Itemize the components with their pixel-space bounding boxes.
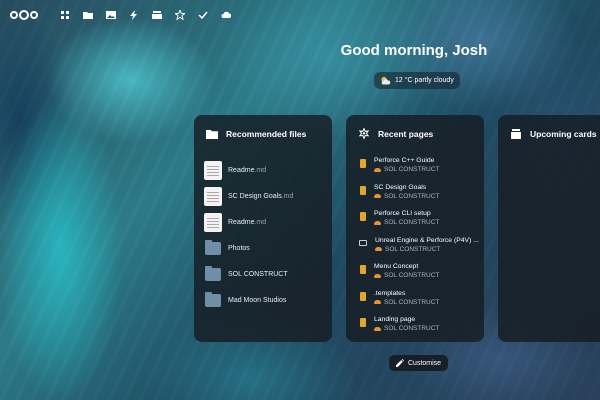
file-extension: .md bbox=[281, 192, 294, 200]
widget-header: Recent pages bbox=[356, 125, 474, 143]
customise-button[interactable]: Customise bbox=[389, 355, 449, 371]
collective-icon bbox=[374, 167, 381, 172]
page-item[interactable]: .templates SOL CONSTRUCT bbox=[356, 290, 474, 317]
recommended-files-widget: Recommended files Readme.md SC Design Go… bbox=[194, 115, 332, 342]
folder-item-mad-moon-studios[interactable]: Mad Moon Studios bbox=[204, 287, 322, 313]
folder-icon bbox=[205, 265, 221, 281]
deck-icon[interactable] bbox=[152, 10, 162, 20]
top-bar bbox=[0, 0, 600, 30]
monitor-icon bbox=[359, 239, 367, 246]
collective-name: SOL CONSTRUCT bbox=[384, 219, 440, 226]
folder-name: SOL CONSTRUCT bbox=[228, 270, 288, 278]
page-item[interactable]: Landing page SOL CONSTRUCT bbox=[356, 316, 474, 343]
nextcloud-logo[interactable] bbox=[10, 10, 38, 20]
starred-icon[interactable] bbox=[175, 10, 185, 20]
file-item-readme-2[interactable]: Readme.md bbox=[204, 209, 322, 235]
customise-label: Customise bbox=[408, 359, 442, 367]
file-name: Readme bbox=[228, 218, 255, 226]
tasks-icon[interactable] bbox=[198, 10, 208, 20]
page-icon bbox=[360, 212, 366, 221]
file-name: SC Design Goals bbox=[228, 192, 282, 200]
collective-name: SOL CONSTRUCT bbox=[384, 192, 440, 200]
folder-item-sol-construct[interactable]: SOL CONSTRUCT bbox=[204, 261, 322, 287]
page-title: Landing page bbox=[374, 316, 416, 323]
cloud-icon[interactable] bbox=[221, 10, 231, 20]
files-icon[interactable] bbox=[83, 10, 93, 20]
folder-name: Photos bbox=[228, 244, 250, 252]
widget-header: Upcoming cards bbox=[508, 125, 598, 143]
file-extension: .md bbox=[254, 166, 267, 174]
page-item[interactable]: Menu Concept SOL CONSTRUCT bbox=[356, 263, 474, 290]
page-icon bbox=[360, 185, 366, 195]
collective-icon bbox=[375, 247, 382, 251]
page-item[interactable]: Perforce C++ Guide SOL CONSTRUCT bbox=[356, 157, 474, 184]
upcoming-cards-widget: Upcoming cards bbox=[498, 115, 600, 342]
activity-icon[interactable] bbox=[129, 10, 139, 20]
page-title: SC Design Goals bbox=[374, 183, 427, 191]
page-title: Perforce C++ Guide bbox=[374, 157, 435, 164]
folder-icon bbox=[205, 239, 221, 255]
file-thumbnail bbox=[204, 186, 222, 206]
widget-title: Recent pages bbox=[378, 129, 434, 139]
collective-name: SOL CONSTRUCT bbox=[384, 298, 440, 306]
collective-icon bbox=[374, 220, 381, 225]
page-title: Perforce CLI setup bbox=[374, 210, 431, 217]
collective-name: SOL CONSTRUCT bbox=[384, 166, 440, 173]
collective-icon bbox=[374, 194, 381, 198]
pencil-icon bbox=[396, 359, 404, 367]
collectives-icon bbox=[358, 128, 370, 140]
folder-icon bbox=[205, 291, 221, 307]
dashboard-icon[interactable] bbox=[60, 10, 70, 20]
page-item[interactable]: Perforce CLI setup SOL CONSTRUCT bbox=[356, 210, 474, 237]
greeting-heading: Good morning, Josh bbox=[340, 42, 488, 59]
page-title: .templates bbox=[374, 289, 406, 297]
partly-cloudy-icon bbox=[381, 76, 391, 85]
page-icon bbox=[360, 265, 366, 274]
file-item-sc-design-goals[interactable]: SC Design Goals.md bbox=[204, 183, 322, 209]
app-navigation bbox=[60, 10, 231, 20]
widget-title: Upcoming cards bbox=[530, 129, 597, 139]
page-item[interactable]: SC Design Goals SOL CONSTRUCT bbox=[356, 184, 474, 211]
folder-name: Mad Moon Studios bbox=[228, 296, 287, 304]
file-item-readme[interactable]: Readme.md bbox=[204, 157, 322, 183]
collective-icon bbox=[374, 273, 381, 278]
photos-icon[interactable] bbox=[106, 10, 116, 20]
weather-status[interactable]: 12 °C partly cloudy bbox=[374, 72, 460, 89]
page-title: Menu Concept bbox=[374, 263, 419, 270]
file-thumbnail bbox=[204, 212, 222, 232]
collective-name: SOL CONSTRUCT bbox=[384, 325, 440, 332]
collective-icon bbox=[374, 326, 381, 331]
widget-title: Recommended files bbox=[226, 129, 307, 139]
deck-icon bbox=[511, 129, 521, 139]
file-extension: .md bbox=[254, 218, 267, 226]
page-icon bbox=[360, 159, 366, 168]
file-name: Readme bbox=[228, 166, 255, 174]
page-title: Unreal Engine & Perforce (P4V) ... bbox=[375, 236, 479, 244]
page-icon bbox=[360, 291, 366, 301]
file-thumbnail bbox=[204, 160, 222, 180]
recent-pages-widget: Recent pages Perforce C++ Guide SOL CONST… bbox=[346, 115, 484, 342]
page-item[interactable]: Unreal Engine & Perforce (P4V) ... SOL CO… bbox=[356, 237, 479, 264]
weather-text: 12 °C partly cloudy bbox=[395, 77, 454, 84]
folder-icon bbox=[206, 130, 218, 139]
folder-item-photos[interactable]: Photos bbox=[204, 235, 322, 261]
collective-icon bbox=[374, 300, 381, 304]
widget-header: Recommended files bbox=[204, 125, 322, 143]
collective-name: SOL CONSTRUCT bbox=[384, 272, 440, 279]
page-icon bbox=[360, 318, 366, 327]
collective-name: SOL CONSTRUCT bbox=[385, 245, 441, 253]
